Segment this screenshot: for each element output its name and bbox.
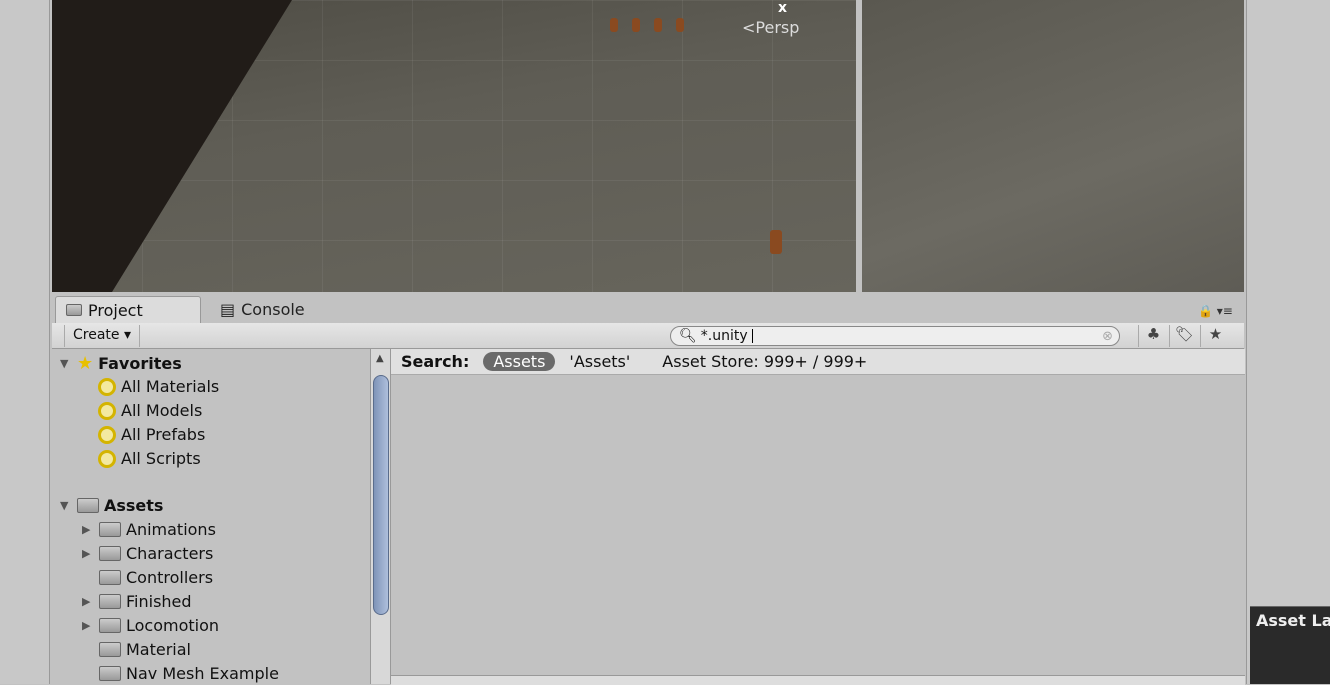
search-input[interactable]: 🔍︎ *.unity ⊗ (670, 326, 1120, 346)
persp-label[interactable]: <Persp (742, 18, 799, 37)
character (770, 230, 782, 254)
folder-label: Animations (126, 520, 216, 539)
favorite-label: All Materials (121, 377, 220, 396)
search-filter-icon (98, 425, 116, 444)
characters-group (610, 18, 684, 32)
project-panel: Project ▤ Console 🔒 ▾≡ Create ▾ 🔍︎ *.uni… (52, 296, 1245, 685)
character (654, 18, 662, 32)
folder-icon (99, 666, 121, 681)
folder-icon (77, 498, 99, 513)
folder-icon (99, 522, 121, 537)
scene-gizmo-x[interactable]: x (778, 0, 787, 16)
scope-asset-store-button[interactable]: Asset Store: 999+ / 999+ (662, 352, 867, 371)
folder-item[interactable]: ▶ Locomotion (82, 616, 219, 635)
folder-icon (66, 304, 82, 316)
text-cursor (751, 329, 753, 343)
expand-triangle-icon[interactable]: ▼ (60, 499, 72, 512)
character (676, 18, 684, 32)
folder-icon (99, 594, 121, 609)
character (610, 18, 618, 32)
favorite-label: All Prefabs (121, 425, 206, 444)
favorite-item[interactable]: All Prefabs (98, 425, 205, 444)
collapse-triangle-icon[interactable]: ▶ (82, 619, 94, 632)
tree-item-assets[interactable]: ▼ Assets (60, 496, 163, 515)
console-icon: ▤ (220, 300, 236, 319)
favorites-label: Favorites (98, 354, 182, 373)
search-value: *.unity (700, 328, 748, 344)
folder-item[interactable]: Controllers (82, 568, 213, 587)
tree-scrollbar[interactable]: ▲ (370, 349, 390, 684)
favorite-label: All Scripts (121, 449, 201, 468)
favorites-star-icon[interactable]: ★ (1200, 325, 1230, 347)
favorite-item[interactable]: All Models (98, 401, 202, 420)
favorite-label: All Models (121, 401, 203, 420)
search-filter-icon (98, 377, 116, 396)
tab-project-label: Project (88, 300, 143, 320)
scene-view[interactable]: x <Persp (52, 0, 856, 292)
search-scope-label: Search: (401, 352, 470, 371)
folder-label: Nav Mesh Example (126, 664, 279, 683)
collapse-triangle-icon[interactable]: ▶ (82, 523, 94, 536)
create-dropdown[interactable]: Create ▾ (64, 325, 141, 347)
folder-label: Finished (126, 592, 192, 611)
folder-tree: ▼ ★ Favorites All Materials All Models A… (52, 349, 370, 684)
left-margin (0, 0, 50, 684)
collapse-triangle-icon[interactable]: ▶ (82, 595, 94, 608)
search-results-area: Search: Assets 'Assets' Asset Store: 999… (390, 349, 1245, 685)
lock-icon[interactable]: 🔒 ▾≡ (1198, 304, 1233, 318)
star-icon: ★ (77, 353, 94, 374)
tab-console[interactable]: ▤ Console (210, 296, 315, 323)
search-by-label-icon[interactable]: 🏷︎ (1169, 325, 1199, 347)
character (632, 18, 640, 32)
folder-icon (99, 618, 121, 633)
scope-assets-button[interactable]: Assets (483, 352, 556, 371)
search-by-type-icon[interactable]: ♣ (1138, 325, 1168, 347)
favorite-item[interactable]: All Materials (98, 377, 219, 396)
folder-label: Characters (126, 544, 214, 563)
expand-triangle-icon[interactable]: ▼ (60, 357, 72, 370)
folder-item[interactable]: ▶ Finished (82, 592, 192, 611)
folder-item[interactable]: ▶ Animations (82, 520, 216, 539)
search-scope-bar: Search: Assets 'Assets' Asset Store: 999… (391, 349, 1245, 375)
tree-item-favorites[interactable]: ▼ ★ Favorites (60, 353, 182, 374)
scrollbar-thumb[interactable] (373, 375, 389, 615)
tab-project[interactable]: Project (55, 296, 201, 323)
search-filter-icon (98, 401, 116, 420)
search-filter-icon (98, 449, 116, 468)
clear-search-icon[interactable]: ⊗ (1102, 329, 1113, 344)
folder-icon (99, 642, 121, 657)
game-view (862, 0, 1244, 292)
folder-item[interactable]: Material (82, 640, 191, 659)
search-icon: 🔍︎ (679, 328, 697, 344)
folder-label: Material (126, 640, 191, 659)
create-label: Create (73, 327, 120, 343)
project-toolbar: Create ▾ 🔍︎ *.unity ⊗ ♣ 🏷︎ ★ (52, 323, 1244, 349)
assets-label: Assets (104, 496, 164, 515)
asset-labels-panel-title: Asset La (1250, 606, 1330, 684)
scope-folder-button[interactable]: 'Assets' (569, 352, 630, 371)
collapse-triangle-icon[interactable]: ▶ (82, 547, 94, 560)
folder-label: Controllers (126, 568, 214, 587)
folder-label: Locomotion (126, 616, 220, 635)
persp-text: Persp (755, 18, 800, 37)
folder-item[interactable]: ▶ Characters (82, 544, 213, 563)
tab-console-label: Console (241, 300, 305, 319)
scroll-up-icon[interactable]: ▲ (376, 353, 384, 364)
right-margin (1246, 0, 1330, 684)
favorite-item[interactable]: All Scripts (98, 449, 201, 468)
folder-item[interactable]: Nav Mesh Example (82, 664, 279, 683)
folder-icon (99, 570, 121, 585)
folder-icon (99, 546, 121, 561)
